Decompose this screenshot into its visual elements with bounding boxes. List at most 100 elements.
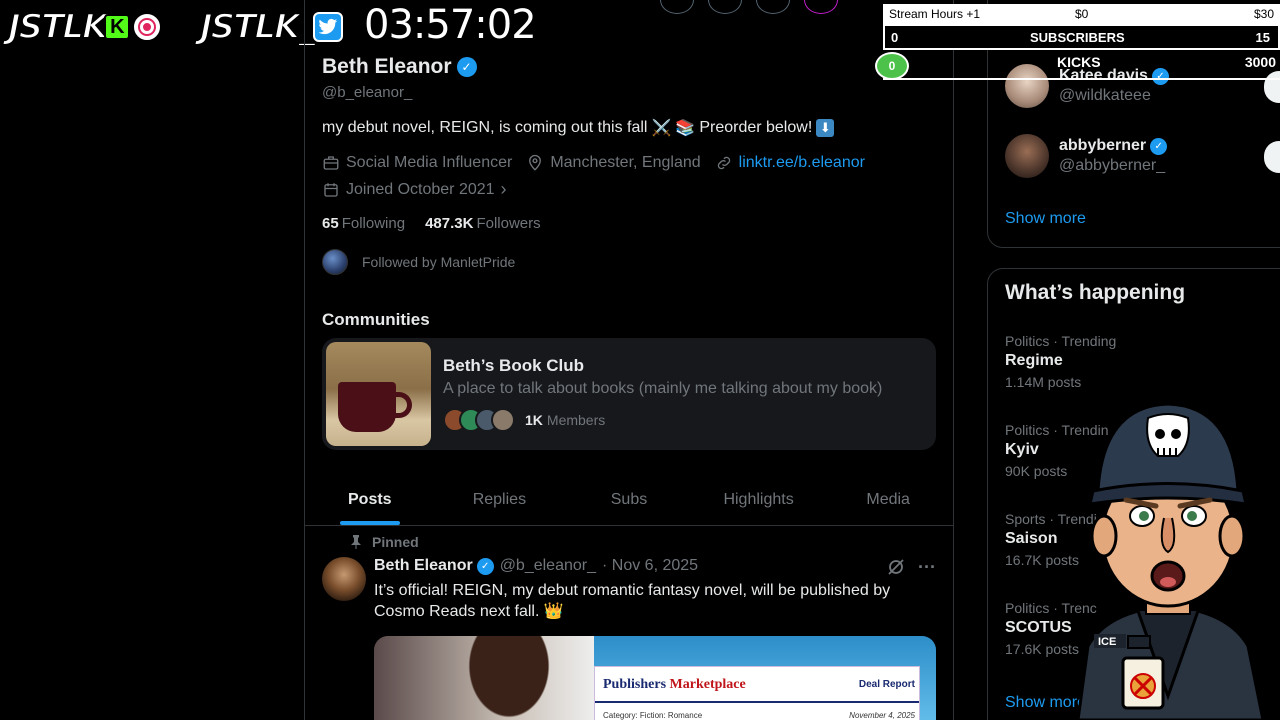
verified-badge-icon[interactable]: ✓ [456, 57, 477, 77]
more-options-icon[interactable]: ··· [918, 557, 936, 582]
channel-name-kick: JSTLK [7, 6, 109, 48]
followers-link[interactable]: 487.3K Followers [425, 215, 541, 232]
tab-posts[interactable]: Posts [305, 474, 435, 525]
following-link[interactable]: 65 Following [322, 215, 405, 232]
joined-text: Joined October 2021 [346, 180, 495, 198]
tab-media[interactable]: Media [823, 474, 953, 525]
main-column-left-border [304, 0, 305, 720]
profile-handle: @b_eleanor_ [322, 84, 413, 101]
profile-name-text: Beth Eleanor [322, 55, 452, 78]
more-options-button[interactable] [660, 0, 694, 14]
whats-happening-heading: What’s happening [1005, 281, 1186, 304]
following-count: 65 [322, 215, 339, 232]
stream-goals-widget: Stream Hours +1 $0 $30 0 SUBSCRIBERS 15 … [875, 4, 1280, 80]
followers-label: Followers [476, 215, 541, 232]
pinned-text: Pinned [372, 534, 419, 550]
stream-hours-row: Stream Hours +1 $0 $30 [883, 4, 1280, 24]
kick-channel-logo: JSTLK K [7, 6, 163, 48]
trend-title: Regime [1005, 352, 1063, 369]
profile-bio: my debut novel, REIGN, is coming out thi… [322, 118, 835, 138]
link-icon [717, 156, 730, 170]
message-button[interactable] [756, 0, 790, 14]
kicks-label: KICKS [1057, 54, 1101, 70]
user-avatar [1005, 134, 1049, 178]
show-more-link[interactable]: Show more [1005, 210, 1086, 228]
post-author-avatar[interactable] [322, 557, 366, 601]
grok-icon[interactable] [886, 557, 906, 582]
website-link[interactable]: linktr.ee/b.eleanor [739, 154, 865, 172]
post-text: It’s official! REIGN, my debut romantic … [374, 580, 934, 622]
kicks-current: 0 [875, 52, 909, 80]
tab-replies[interactable]: Replies [435, 474, 565, 525]
down-arrow-icon: ⬇ [816, 119, 835, 137]
bio-text: my debut novel, REIGN, is coming out thi… [322, 119, 648, 136]
briefcase-icon [323, 156, 339, 170]
location-pin-icon [529, 154, 542, 171]
follow-counts: 65 Following 487.3K Followers [322, 215, 541, 232]
post-date[interactable]: · Nov 6, 2025 [602, 557, 698, 575]
subscribe-button[interactable] [804, 0, 838, 14]
tab-subs[interactable]: Subs [564, 474, 694, 525]
verified-badge-icon: ✓ [1150, 137, 1168, 155]
kicks-row: 0 KICKS 3000 [875, 52, 1280, 80]
deal-report-label: Deal Report [858, 679, 915, 690]
community-members: 1K Members [443, 408, 605, 432]
followed-by-text: Followed by ManletPride [362, 254, 516, 270]
profile-action-buttons[interactable] [660, 0, 838, 14]
post-author-name[interactable]: Beth Eleanor [374, 557, 473, 575]
profile-tabs: Posts Replies Subs Highlights Media [305, 474, 953, 526]
trend-count: 1.14M posts [1005, 374, 1082, 390]
post-author-handle[interactable]: @b_eleanor_ [500, 557, 596, 575]
kick-icon: K [104, 14, 131, 40]
profile-name: Beth Eleanor ✓ [322, 55, 477, 79]
community-title: Beth’s Book Club [443, 356, 585, 375]
community-image [326, 342, 431, 446]
publication-title: Publishers Marketplace [603, 677, 746, 693]
suggested-user-handle: @abbyberner_ [1059, 157, 1166, 174]
subscribers-row: 0 SUBSCRIBERS 15 [883, 24, 1280, 50]
deal-date: November 4, 2025 [849, 711, 915, 720]
communities-heading: Communities [322, 310, 430, 329]
suggested-user[interactable]: abbyberner ✓ @abbyberner_ [1005, 134, 1168, 178]
post-actions: ··· [886, 557, 936, 582]
following-label: Following [341, 215, 406, 232]
suggested-user-name: abbyberner ✓ [1059, 137, 1168, 155]
main-column-right-border [953, 0, 954, 720]
mug-handle-shape [392, 392, 412, 418]
calendar-icon [324, 182, 338, 197]
streamer-avatar-cartoon: ICE [1076, 402, 1265, 720]
book-cover-photo [374, 636, 594, 720]
member-count: 1K Members [525, 412, 605, 428]
post-header: Beth Eleanor ✓ @b_eleanor_ · Nov 6, 2025 [374, 557, 698, 575]
kicks-goal: 3000 [1244, 54, 1276, 70]
twitter-channel-logo: JSTLK_ [199, 6, 344, 48]
grok-button[interactable] [708, 0, 742, 14]
suggested-user-handle: @wildkateee [1059, 87, 1151, 104]
tab-highlights[interactable]: Highlights [694, 474, 824, 525]
user-name-text: abbyberner [1059, 137, 1147, 154]
category-item: Social Media Influencer [322, 154, 512, 172]
trend-item[interactable]: Politics · Trending Regime 1.14M posts [1005, 333, 1116, 390]
location-text: Manchester, England [550, 154, 701, 171]
subscribers-current: 0 [891, 30, 899, 45]
channel-name-twitter: JSTLK_ [199, 6, 316, 48]
crossed-swords-icon: ⚔️ [651, 120, 672, 137]
deal-report-image: Publishers Marketplace Deal Report Categ… [594, 636, 936, 720]
post-media-image[interactable]: Publishers Marketplace Deal Report Categ… [374, 636, 936, 720]
website-item[interactable]: linktr.ee/b.eleanor [715, 154, 865, 172]
followed-by-row[interactable]: Followed by ManletPride [322, 249, 515, 275]
deal-report-document: Publishers Marketplace Deal Report Categ… [594, 666, 920, 720]
divider [595, 701, 919, 703]
pin-icon [351, 535, 361, 549]
chevron-right-icon[interactable]: › [501, 179, 507, 200]
ice-badge-text: ICE [1098, 636, 1116, 648]
pub-title-b: Marketplace [669, 677, 746, 692]
joined-row: Joined October 2021 › [322, 179, 507, 200]
stream-hours-label: Stream Hours +1 [889, 7, 981, 21]
community-card[interactable]: Beth’s Book Club A place to talk about b… [322, 338, 936, 450]
stream-hours-goal: $30 [1253, 7, 1274, 21]
post-body: It’s official! REIGN, my debut romantic … [374, 582, 891, 620]
trend-category: Politics · Trending [1005, 333, 1117, 349]
category-text: Social Media Influencer [346, 154, 513, 171]
joined-item: Joined October 2021 › [322, 179, 507, 200]
